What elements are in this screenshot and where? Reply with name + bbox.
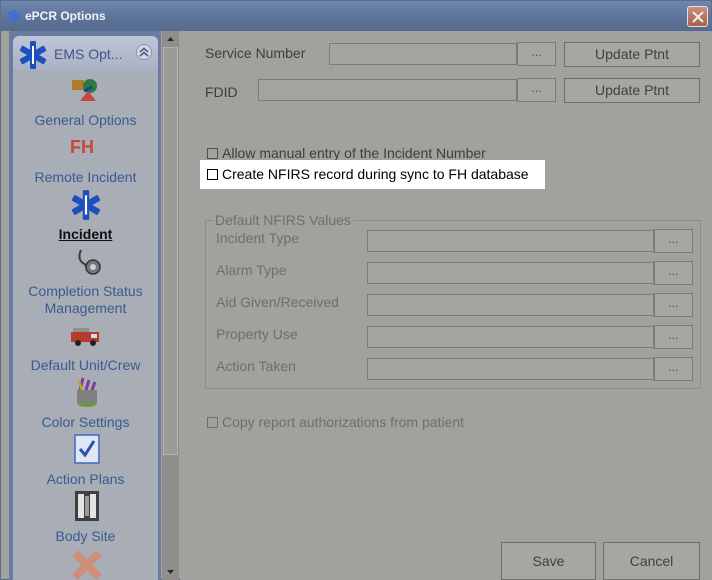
epcr-options-window: ePCR Options EMS Opt... General Options … xyxy=(0,0,712,580)
title-bar: ePCR Options xyxy=(1,1,711,31)
alarm-type-field[interactable] xyxy=(367,262,654,284)
service-number-label: Service Number xyxy=(205,45,306,61)
checkbox-label: Create NFIRS record during sync to FH da… xyxy=(222,166,529,182)
sidebar-item-label: Management xyxy=(44,300,127,316)
property-use-field[interactable] xyxy=(367,326,654,348)
update-ptnt-fdid-button[interactable]: Update Ptnt xyxy=(564,78,700,103)
checkbox-label: Allow manual entry of the Incident Numbe… xyxy=(222,145,486,161)
alarm-type-label: Alarm Type xyxy=(216,262,287,278)
update-ptnt-button[interactable]: Update Ptnt xyxy=(564,42,700,67)
alarm-type-browse-button[interactable]: ... xyxy=(654,261,693,285)
aid-given-browse-button[interactable]: ... xyxy=(654,293,693,317)
checkbox-label: Copy report authorizations from patient xyxy=(222,414,465,430)
cancel-button[interactable]: Cancel xyxy=(603,542,700,580)
paint-can-icon xyxy=(77,377,97,407)
sidebar-header[interactable]: EMS Opt... xyxy=(13,36,158,70)
checkbox-box[interactable] xyxy=(207,148,218,159)
group-title: Default NFIRS Values xyxy=(213,212,353,228)
checkbox-box[interactable] xyxy=(207,169,218,180)
sidebar-item-completion-status[interactable]: Completion Status Management xyxy=(13,283,158,317)
sidebar-item-action-plans[interactable]: Action Plans xyxy=(13,471,158,488)
fire-truck-icon xyxy=(71,328,99,346)
star-of-life-icon xyxy=(71,190,101,220)
sidebar-item-general-options[interactable]: General Options xyxy=(13,112,158,129)
sidebar-list: General Options FH Remote Incident Incid… xyxy=(13,70,158,580)
fdid-browse-button[interactable]: ... xyxy=(517,78,556,102)
window-title: ePCR Options xyxy=(25,9,106,23)
sidebar-item-remote-incident[interactable]: Remote Incident xyxy=(13,169,158,186)
aid-given-label: Aid Given/Received xyxy=(216,294,339,310)
svg-text:FH: FH xyxy=(70,137,94,157)
save-button[interactable]: Save xyxy=(501,542,596,580)
sidebar-item-color-settings[interactable]: Color Settings xyxy=(13,414,158,431)
service-number-field[interactable] xyxy=(329,43,517,65)
action-taken-field[interactable] xyxy=(367,358,654,380)
create-nfirs-checkbox[interactable]: Create NFIRS record during sync to FH da… xyxy=(200,160,545,189)
sidebar-item-body-site[interactable]: Body Site xyxy=(13,528,158,545)
property-use-browse-button[interactable]: ... xyxy=(654,325,693,349)
bandage-icon xyxy=(72,550,102,580)
scroll-track[interactable] xyxy=(163,47,178,455)
body-site-icon xyxy=(75,491,99,521)
fdid-field[interactable] xyxy=(258,79,517,101)
options-panel: Service Number ... Update Ptnt FDID ... … xyxy=(180,31,712,580)
stethoscope-icon xyxy=(78,249,101,275)
sidebar-scrollbar[interactable] xyxy=(162,31,179,580)
sidebar: EMS Opt... General Options FH Remote Inc… xyxy=(9,31,161,580)
general-options-icon xyxy=(72,79,97,101)
close-button[interactable] xyxy=(687,6,708,27)
arrow-down-icon xyxy=(167,570,174,574)
incident-type-label: Incident Type xyxy=(216,230,300,246)
checkbox-box[interactable] xyxy=(207,417,218,428)
collapse-button[interactable] xyxy=(136,44,152,60)
scroll-up-button[interactable] xyxy=(163,32,178,46)
incident-type-field[interactable] xyxy=(367,230,654,252)
checklist-icon xyxy=(74,434,100,464)
fdid-label: FDID xyxy=(205,84,238,100)
sidebar-item-label: Completion Status xyxy=(28,283,143,299)
copy-authorizations-checkbox[interactable]: Copy report authorizations from patient xyxy=(207,414,537,432)
arrow-up-icon xyxy=(167,37,174,41)
star-of-life-icon xyxy=(19,41,47,69)
sidebar-header-label: EMS Opt... xyxy=(54,46,123,62)
sidebar-item-incident[interactable]: Incident xyxy=(13,226,158,243)
service-number-browse-button[interactable]: ... xyxy=(517,42,556,66)
action-taken-browse-button[interactable]: ... xyxy=(654,357,693,381)
incident-type-browse-button[interactable]: ... xyxy=(654,229,693,253)
action-taken-label: Action Taken xyxy=(216,358,296,374)
fh-icon: FH xyxy=(70,137,94,157)
sidebar-item-default-unit-crew[interactable]: Default Unit/Crew xyxy=(13,357,158,374)
star-of-life-icon xyxy=(8,9,21,23)
aid-given-field[interactable] xyxy=(367,294,654,316)
chevron-up-double-icon xyxy=(139,47,149,57)
scroll-down-button[interactable] xyxy=(163,565,178,579)
close-icon xyxy=(692,11,704,23)
property-use-label: Property Use xyxy=(216,326,298,342)
